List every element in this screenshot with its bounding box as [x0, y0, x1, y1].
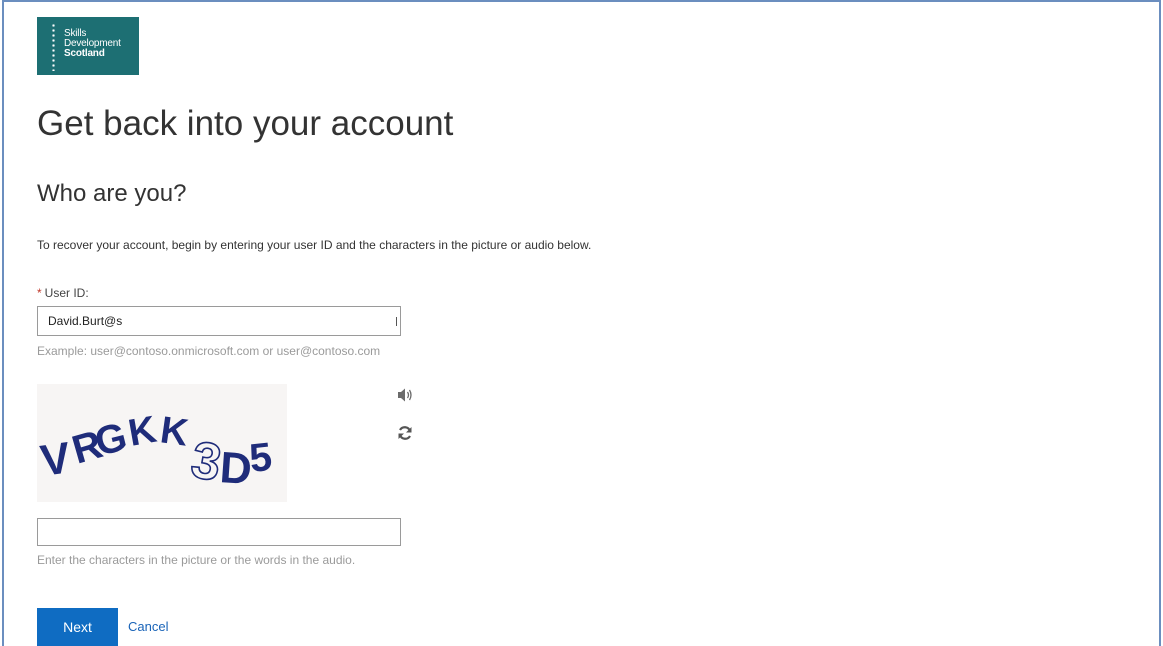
logo-line-3: Scotland [64, 48, 105, 59]
logo-dots [52, 23, 55, 71]
refresh-icon-svg [398, 426, 412, 440]
userid-label-text: User ID: [44, 286, 89, 300]
captcha-char: 5 [247, 435, 274, 481]
skills-development-scotland-logo: Skills Development Scotland [37, 17, 139, 75]
speaker-icon[interactable] [396, 386, 414, 404]
userid-example-hint: Example: user@contoso.onmicrosoft.com or… [37, 344, 381, 358]
page-title: Get back into your account [37, 104, 454, 143]
captcha-char: K [158, 409, 192, 454]
captcha-graphic: VRGKK3D5 [38, 409, 274, 495]
next-button[interactable]: Next [37, 608, 118, 646]
userid-label: * User ID: [37, 286, 89, 300]
speaker-icon-svg [398, 388, 412, 402]
required-marker: * [37, 286, 42, 300]
page-subtitle: Who are you? [37, 180, 187, 207]
captcha-hint: Enter the characters in the picture or t… [37, 553, 356, 567]
captcha-char: K [125, 409, 160, 455]
page-description: To recover your account, begin by enteri… [37, 238, 592, 252]
refresh-icon[interactable] [396, 424, 414, 442]
captcha-image: VRGKK3D5 [37, 384, 287, 502]
cancel-link[interactable]: Cancel [128, 619, 168, 634]
logo-text: Skills Development Scotland [64, 29, 121, 59]
userid-input[interactable] [37, 306, 401, 336]
captcha-char: V [38, 433, 75, 486]
captcha-input[interactable] [37, 518, 401, 546]
input-cursor [396, 317, 397, 326]
